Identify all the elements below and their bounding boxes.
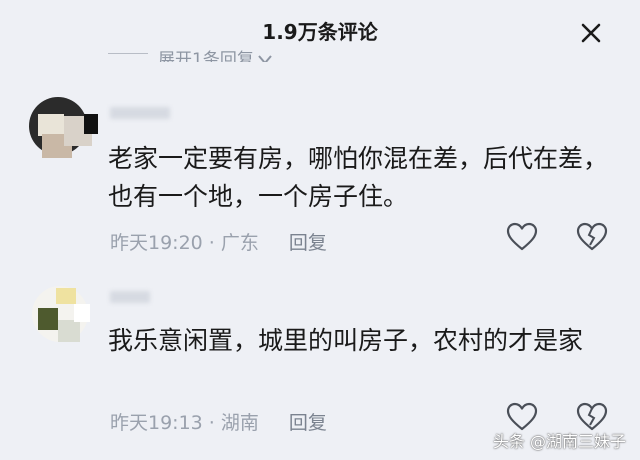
reply-button[interactable]: 回复 xyxy=(289,412,327,434)
avatar[interactable] xyxy=(28,96,100,160)
username-blurred[interactable] xyxy=(110,104,170,123)
comment-time: 昨天19:13 xyxy=(110,412,203,434)
divider xyxy=(108,52,148,54)
expand-replies-link[interactable]: 展开1条回复 xyxy=(108,46,272,62)
heart-icon xyxy=(506,222,538,251)
expand-replies-label: 展开1条回复 xyxy=(158,50,254,62)
meta-separator: · xyxy=(202,232,221,254)
like-button[interactable] xyxy=(506,222,538,252)
close-icon xyxy=(581,23,601,43)
reply-button[interactable]: 回复 xyxy=(289,232,327,254)
comment-text: 我乐意闲置，城里的叫房子，农村的才是家 xyxy=(108,326,584,355)
comment-location: 湖南 xyxy=(220,412,259,434)
meta-separator: · xyxy=(202,412,221,434)
comments-count-title: 1.9万条评论 xyxy=(262,20,378,44)
watermark: 头条 @湖南三妹子 xyxy=(492,432,626,451)
dislike-button[interactable] xyxy=(576,222,608,252)
comment-time: 昨天19:20 xyxy=(110,232,203,254)
username-blurred[interactable] xyxy=(110,288,150,307)
close-button[interactable] xyxy=(580,22,602,44)
comments-header: 1.9万条评论 展开1条回复 xyxy=(0,0,640,62)
comment-location: 广东 xyxy=(220,232,259,254)
comment-meta: 昨天19:20 · 广东 回复 xyxy=(110,228,327,255)
chevron-down-icon xyxy=(258,55,272,62)
comment-text: 老家一定要有房，哪怕你混在差，后代在差，也有一个地，一个房子住。 xyxy=(108,144,609,211)
avatar[interactable] xyxy=(28,282,100,346)
broken-heart-icon xyxy=(576,222,608,251)
comment-meta: 昨天19:13 · 湖南 回复 xyxy=(110,408,327,435)
